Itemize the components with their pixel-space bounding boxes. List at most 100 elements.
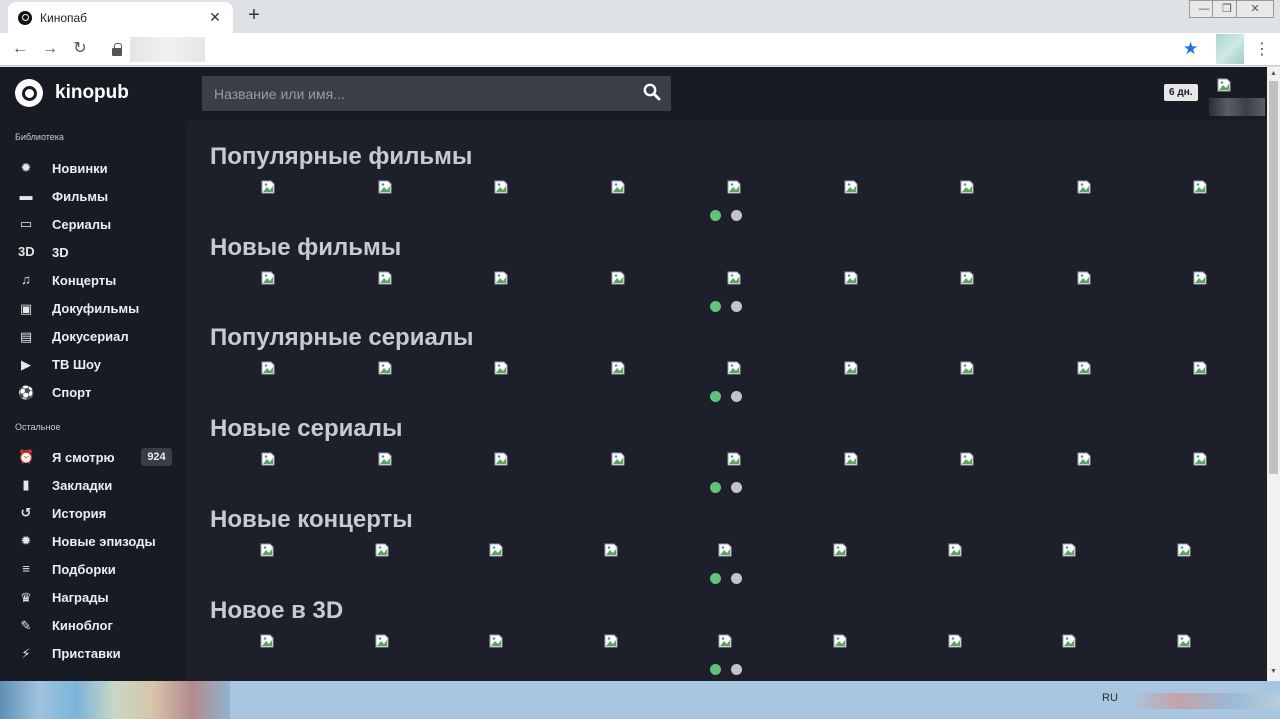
poster-thumbnail[interactable]	[489, 634, 503, 648]
search-icon[interactable]	[643, 83, 661, 101]
poster-thumbnail[interactable]	[960, 271, 974, 285]
poster-thumbnail[interactable]	[1062, 543, 1076, 557]
search-input[interactable]	[202, 76, 671, 111]
section-title[interactable]: Новые фильмы	[210, 234, 401, 262]
scroll-down-arrow-icon[interactable]: ▼	[1269, 667, 1278, 677]
sidebar-item[interactable]: ♛ Награды	[0, 586, 187, 610]
poster-thumbnail[interactable]	[727, 452, 741, 466]
poster-thumbnail[interactable]	[1077, 452, 1091, 466]
scroll-thumb[interactable]	[1269, 81, 1278, 474]
sidebar-item[interactable]: ▮ Закладки	[0, 473, 187, 497]
subscription-days-badge[interactable]: 6 дн.	[1164, 84, 1198, 101]
poster-thumbnail[interactable]	[948, 543, 962, 557]
section-title[interactable]: Новые концерты	[210, 506, 413, 534]
section-title[interactable]: Новое в 3D	[210, 597, 343, 625]
sidebar-item[interactable]: ↺ История	[0, 501, 187, 525]
poster-thumbnail[interactable]	[604, 634, 618, 648]
poster-thumbnail[interactable]	[261, 271, 275, 285]
poster-thumbnail[interactable]	[833, 634, 847, 648]
user-avatar[interactable]	[1209, 78, 1265, 116]
poster-thumbnail[interactable]	[1193, 180, 1207, 194]
poster-thumbnail[interactable]	[1077, 180, 1091, 194]
carousel-page-dot[interactable]	[731, 210, 742, 221]
poster-thumbnail[interactable]	[611, 452, 625, 466]
address-bar[interactable]	[104, 37, 1204, 62]
sidebar-item[interactable]: ✹ Новинки	[0, 156, 187, 180]
carousel-page-dot[interactable]	[710, 300, 721, 312]
sidebar-item[interactable]: ⚡ Приставки	[0, 642, 187, 666]
poster-thumbnail[interactable]	[611, 271, 625, 285]
carousel-page-dot[interactable]	[710, 663, 721, 675]
sidebar-item[interactable]: 3D 3D	[0, 240, 187, 264]
sidebar-item[interactable]: ✹ Новые эпизоды	[0, 529, 187, 553]
sidebar-item[interactable]: ▶ ТВ Шоу	[0, 353, 187, 377]
sidebar-item[interactable]: ♫ Концерты	[0, 268, 187, 292]
close-window-button[interactable]: ✕	[1236, 0, 1274, 18]
sidebar-item[interactable]: ✎ Киноблог	[0, 614, 187, 638]
poster-thumbnail[interactable]	[1193, 271, 1207, 285]
poster-thumbnail[interactable]	[494, 361, 508, 375]
poster-thumbnail[interactable]	[727, 361, 741, 375]
poster-thumbnail[interactable]	[261, 180, 275, 194]
sidebar-item[interactable]: ▭ Сериалы	[0, 212, 187, 236]
carousel-page-dot[interactable]	[731, 300, 742, 312]
poster-thumbnail[interactable]	[844, 180, 858, 194]
section-title[interactable]: Популярные сериалы	[210, 324, 474, 352]
poster-thumbnail[interactable]	[1077, 361, 1091, 375]
carousel-page-dot[interactable]	[710, 391, 721, 403]
poster-thumbnail[interactable]	[960, 452, 974, 466]
poster-thumbnail[interactable]	[718, 543, 732, 557]
poster-thumbnail[interactable]	[960, 180, 974, 194]
poster-thumbnail[interactable]	[948, 634, 962, 648]
carousel-page-dot[interactable]	[731, 663, 742, 675]
section-title[interactable]: Новые сериалы	[210, 415, 402, 443]
sidebar-item[interactable]: ▤ Докусериал	[0, 325, 187, 349]
carousel-page-dot[interactable]	[731, 391, 742, 403]
sidebar-item[interactable]: ≡ Подборки	[0, 557, 187, 581]
poster-thumbnail[interactable]	[960, 361, 974, 375]
poster-thumbnail[interactable]	[1077, 271, 1091, 285]
poster-thumbnail[interactable]	[494, 180, 508, 194]
poster-thumbnail[interactable]	[260, 543, 274, 557]
language-indicator[interactable]: RU	[1102, 692, 1118, 704]
page-scrollbar[interactable]: ▲ ▼	[1267, 67, 1280, 681]
poster-thumbnail[interactable]	[1193, 361, 1207, 375]
carousel-page-dot[interactable]	[710, 210, 721, 221]
sidebar-item[interactable]: ⚽ Спорт	[0, 381, 187, 405]
bookmark-star-icon[interactable]: ★	[1183, 39, 1198, 59]
carousel-page-dot[interactable]	[731, 482, 742, 494]
back-button[interactable]: ←	[10, 39, 30, 59]
poster-thumbnail[interactable]	[261, 361, 275, 375]
poster-thumbnail[interactable]	[844, 271, 858, 285]
poster-thumbnail[interactable]	[494, 452, 508, 466]
poster-thumbnail[interactable]	[1177, 543, 1191, 557]
carousel-page-dot[interactable]	[731, 572, 742, 584]
poster-thumbnail[interactable]	[261, 452, 275, 466]
carousel-page-dot[interactable]	[710, 572, 721, 584]
browser-tab[interactable]: Кинопаб ✕	[8, 2, 233, 33]
reload-button[interactable]: ↻	[70, 39, 90, 59]
poster-thumbnail[interactable]	[727, 271, 741, 285]
sidebar-item[interactable]: ⏰ Я смотрю 924	[0, 445, 187, 469]
browser-menu-icon[interactable]: ⋮	[1254, 39, 1270, 59]
poster-thumbnail[interactable]	[1193, 452, 1207, 466]
sidebar-item[interactable]: ▣ Докуфильмы	[0, 297, 187, 321]
poster-thumbnail[interactable]	[844, 452, 858, 466]
poster-thumbnail[interactable]	[489, 543, 503, 557]
profile-avatar[interactable]	[1216, 34, 1244, 64]
poster-thumbnail[interactable]	[1177, 634, 1191, 648]
sidebar-item[interactable]: ▬ Фильмы	[0, 184, 187, 208]
scroll-up-arrow-icon[interactable]: ▲	[1269, 69, 1278, 79]
poster-thumbnail[interactable]	[494, 271, 508, 285]
poster-thumbnail[interactable]	[611, 361, 625, 375]
poster-thumbnail[interactable]	[727, 180, 741, 194]
poster-thumbnail[interactable]	[1062, 634, 1076, 648]
forward-button[interactable]: →	[40, 39, 60, 59]
new-tab-button[interactable]: +	[244, 4, 264, 27]
poster-thumbnail[interactable]	[378, 452, 392, 466]
poster-thumbnail[interactable]	[604, 543, 618, 557]
section-title[interactable]: Популярные фильмы	[210, 143, 472, 171]
poster-thumbnail[interactable]	[718, 634, 732, 648]
poster-thumbnail[interactable]	[833, 543, 847, 557]
poster-thumbnail[interactable]	[375, 634, 389, 648]
